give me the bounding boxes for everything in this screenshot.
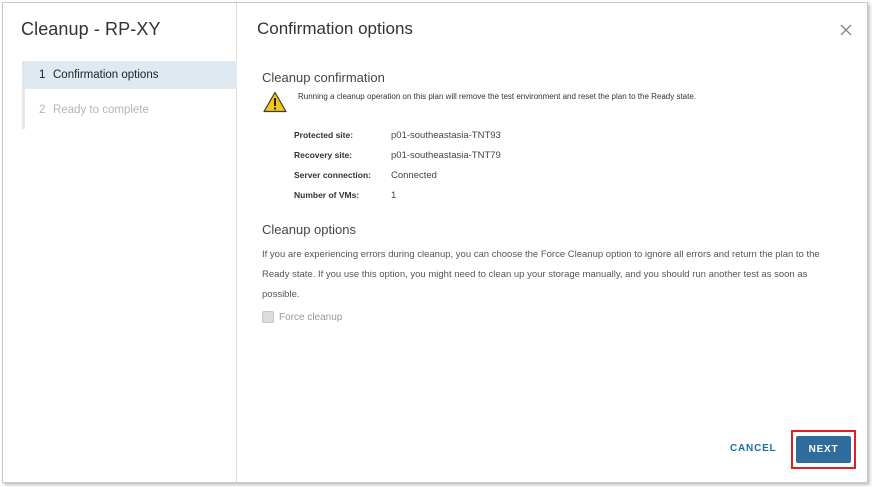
property-value: p01-southeastasia-TNT93 bbox=[391, 129, 501, 141]
wizard-sidebar: Cleanup - RP-XY 1 Confirmation options 2… bbox=[3, 3, 237, 482]
property-row: Server connection: Connected bbox=[294, 165, 501, 185]
next-button[interactable]: NEXT bbox=[796, 436, 851, 463]
property-value: 1 bbox=[391, 189, 397, 201]
property-label: Server connection: bbox=[294, 170, 371, 180]
property-label: Number of VMs: bbox=[294, 190, 360, 200]
property-label: Recovery site: bbox=[294, 150, 353, 160]
wizard-content: Confirmation options Cleanup confirmatio… bbox=[238, 3, 867, 482]
warning-icon bbox=[263, 91, 287, 113]
force-cleanup-option: Force cleanup bbox=[262, 311, 342, 323]
cleanup-options-description: If you are experiencing errors during cl… bbox=[262, 249, 820, 300]
close-icon[interactable] bbox=[839, 23, 853, 37]
force-cleanup-checkbox[interactable] bbox=[262, 311, 274, 323]
step-number: 2 bbox=[39, 104, 46, 116]
cleanup-confirmation-heading: Cleanup confirmation bbox=[262, 70, 385, 85]
wizard-title: Cleanup - RP-XY bbox=[21, 19, 161, 39]
property-value: Connected bbox=[391, 169, 437, 181]
cancel-button[interactable]: CANCEL bbox=[730, 443, 776, 454]
step-number: 1 bbox=[39, 69, 46, 81]
step-confirmation-options[interactable]: 1 Confirmation options bbox=[22, 61, 237, 89]
property-row: Number of VMs: 1 bbox=[294, 185, 501, 205]
wizard-dialog: Cleanup - RP-XY 1 Confirmation options 2… bbox=[2, 2, 868, 483]
step-label: Ready to complete bbox=[53, 104, 149, 116]
step-ready-to-complete: 2 Ready to complete bbox=[25, 96, 237, 124]
confirmation-properties: Protected site: p01-southeastasia-TNT93 … bbox=[294, 125, 501, 205]
force-cleanup-label: Force cleanup bbox=[279, 311, 343, 323]
cleanup-options-heading: Cleanup options bbox=[262, 222, 356, 237]
page-title: Confirmation options bbox=[257, 19, 413, 38]
property-row: Recovery site: p01-southeastasia-TNT79 bbox=[294, 145, 501, 165]
property-row: Protected site: p01-southeastasia-TNT93 bbox=[294, 125, 501, 145]
wizard-steps: 1 Confirmation options 2 Ready to comple… bbox=[22, 61, 237, 129]
step-label: Confirmation options bbox=[53, 69, 159, 81]
property-label: Protected site: bbox=[294, 130, 354, 140]
warning-message: Running a cleanup operation on this plan… bbox=[298, 92, 697, 101]
property-value: p01-southeastasia-TNT79 bbox=[391, 149, 501, 161]
